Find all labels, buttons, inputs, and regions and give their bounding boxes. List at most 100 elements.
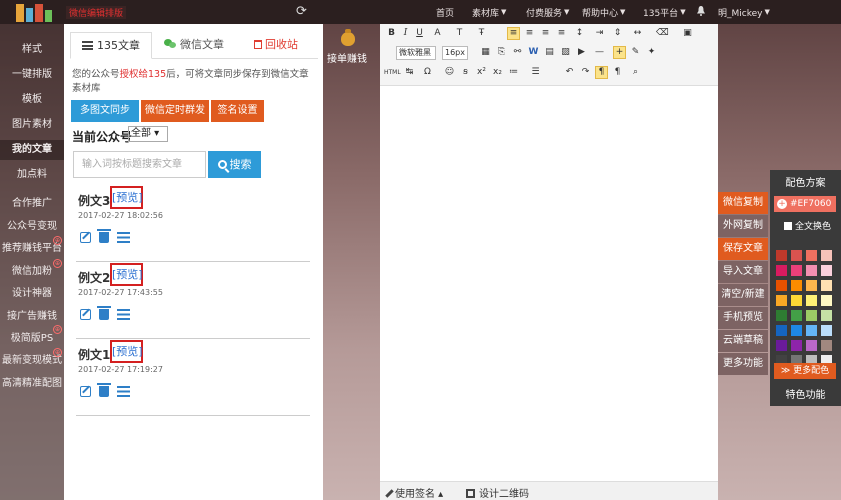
- font-family-select[interactable]: 微软雅黑: [396, 46, 436, 60]
- color-swatch[interactable]: [776, 265, 787, 276]
- color-swatch[interactable]: [776, 250, 787, 261]
- article-title[interactable]: 例文3: [78, 192, 110, 209]
- mobile-preview-button[interactable]: 手机预览: [718, 307, 768, 329]
- horizontal-line-icon[interactable]: ↹: [404, 67, 415, 78]
- scheduled-send-button[interactable]: 微信定时群发: [141, 100, 209, 122]
- delete-icon[interactable]: [97, 382, 111, 397]
- color-swatch[interactable]: [806, 340, 817, 351]
- authorize-link[interactable]: 授权给135: [120, 69, 167, 80]
- color-swatch[interactable]: [806, 325, 817, 336]
- tab-recycle-bin[interactable]: 回收站: [254, 32, 298, 59]
- preview-link[interactable]: [预览]: [110, 263, 143, 286]
- cloud-draft-button[interactable]: 云端草稿: [718, 330, 768, 352]
- eraser-icon[interactable]: ⌫: [656, 28, 669, 39]
- color-swatch[interactable]: [776, 295, 787, 306]
- preview-link[interactable]: [预览]: [110, 186, 143, 209]
- tab-135-articles[interactable]: 135文章: [70, 32, 152, 59]
- color-swatch[interactable]: [806, 310, 817, 321]
- color-swatch[interactable]: [791, 295, 802, 306]
- color-swatch[interactable]: [776, 340, 787, 351]
- delete-icon[interactable]: [97, 305, 111, 320]
- color-swatch[interactable]: [791, 340, 802, 351]
- superscript-icon[interactable]: x²: [476, 67, 487, 78]
- paragraph-spacing-icon[interactable]: ⇕: [612, 28, 623, 39]
- search-input[interactable]: 输入词按标题搜索文章: [73, 151, 206, 178]
- user-menu[interactable]: 明_Mickey ▼: [718, 0, 770, 24]
- sidebar-item-one-click-layout[interactable]: 一键排版: [0, 65, 64, 85]
- list-menu-icon[interactable]: [117, 385, 130, 397]
- sidebar-item-hd-images[interactable]: 高清精准配图: [0, 374, 64, 394]
- word-import-icon[interactable]: W: [528, 47, 539, 58]
- align-left-icon[interactable]: ≡: [507, 27, 520, 40]
- color-swatch[interactable]: [821, 265, 832, 276]
- sidebar-item-monetize[interactable]: 公众号变现: [0, 217, 64, 237]
- multi-article-sync-button[interactable]: 多图文同步: [71, 100, 139, 122]
- letter-spacing-icon[interactable]: ↔: [632, 28, 643, 39]
- clear-new-button[interactable]: 清空/新建: [718, 284, 768, 306]
- sidebar-item-design-tools[interactable]: 设计神器: [0, 284, 64, 304]
- align-right-icon[interactable]: ≡: [540, 28, 551, 39]
- wechat-copy-button[interactable]: 微信复制: [718, 192, 768, 214]
- featured-functions-label[interactable]: 特色功能: [770, 386, 841, 401]
- more-colors-button[interactable]: ≫ 更多配色: [774, 363, 836, 379]
- use-signature-button[interactable]: 使用签名 ▴: [385, 485, 443, 500]
- nav-materials[interactable]: 素材库 ▼: [472, 0, 506, 24]
- unordered-list-icon[interactable]: ☰: [530, 67, 541, 78]
- tab-wechat-articles[interactable]: 微信文章: [164, 32, 224, 59]
- insert-block-icon[interactable]: +: [613, 46, 626, 59]
- search-button[interactable]: 搜索: [208, 151, 261, 178]
- preview-link[interactable]: [预览]: [110, 340, 143, 363]
- editor-canvas[interactable]: [380, 86, 718, 481]
- color-swatch[interactable]: [806, 280, 817, 291]
- sidebar-item-image-materials[interactable]: 图片素材: [0, 115, 64, 135]
- earn-orders-link[interactable]: 接单赚钱: [327, 50, 367, 65]
- article-title[interactable]: 例文1: [78, 346, 110, 363]
- article-title[interactable]: 例文2: [78, 269, 110, 286]
- magic-wand-icon[interactable]: ✦: [646, 47, 657, 58]
- color-swatch[interactable]: [776, 280, 787, 291]
- color-swatch[interactable]: [806, 265, 817, 276]
- color-swatch[interactable]: [806, 295, 817, 306]
- save-article-button[interactable]: 保存文章: [718, 238, 768, 260]
- direction-rtl-icon[interactable]: ¶: [612, 67, 623, 78]
- external-copy-button[interactable]: 外网复制: [718, 215, 768, 237]
- italic-icon[interactable]: I: [400, 28, 411, 39]
- current-color-input[interactable]: + #EF7060: [774, 196, 836, 212]
- list-menu-icon[interactable]: [117, 308, 130, 320]
- undo-icon[interactable]: ↶: [564, 67, 575, 78]
- text-shadow-icon[interactable]: Ŧ: [476, 28, 487, 39]
- align-justify-icon[interactable]: ≡: [556, 28, 567, 39]
- strikethrough-icon[interactable]: ꞩ: [460, 67, 471, 78]
- import-article-button[interactable]: 导入文章: [718, 261, 768, 283]
- nav-help-center[interactable]: 帮助中心 ▼: [582, 0, 625, 24]
- more-functions-button[interactable]: 更多功能: [718, 353, 768, 375]
- indent-icon[interactable]: ⇥: [594, 28, 605, 39]
- color-swatch[interactable]: [776, 310, 787, 321]
- list-menu-icon[interactable]: [117, 231, 130, 243]
- color-swatch[interactable]: [791, 280, 802, 291]
- nav-135-platform[interactable]: 135平台 ▼: [643, 0, 686, 24]
- gallery-icon[interactable]: ▨: [560, 47, 571, 58]
- find-replace-icon[interactable]: ⌕: [630, 67, 641, 78]
- ordered-list-icon[interactable]: ≔: [508, 67, 519, 78]
- color-swatch[interactable]: [791, 250, 802, 261]
- sidebar-item-styles[interactable]: 样式: [0, 40, 64, 60]
- money-bag-icon[interactable]: [341, 29, 355, 46]
- image-icon[interactable]: ▤: [544, 47, 555, 58]
- sidebar-item-add-extras[interactable]: 加点料: [0, 165, 64, 185]
- design-qrcode-button[interactable]: 设计二维码: [466, 485, 529, 500]
- color-swatch[interactable]: [821, 250, 832, 261]
- color-swatch[interactable]: [791, 325, 802, 336]
- color-swatch[interactable]: [791, 265, 802, 276]
- underline-icon[interactable]: U: [414, 28, 425, 39]
- subscript-icon[interactable]: x₂: [492, 67, 503, 78]
- sidebar-item-ads-earning[interactable]: 接广告赚钱: [0, 307, 64, 327]
- align-center-icon[interactable]: ≡: [524, 28, 535, 39]
- sidebar-item-templates[interactable]: 模板: [0, 90, 64, 110]
- edit-icon[interactable]: [80, 385, 91, 397]
- edit-icon[interactable]: [80, 308, 91, 320]
- color-swatch[interactable]: [821, 310, 832, 321]
- color-swatch[interactable]: [821, 340, 832, 351]
- refresh-icon[interactable]: ⟳: [296, 4, 307, 19]
- color-swatch[interactable]: [821, 295, 832, 306]
